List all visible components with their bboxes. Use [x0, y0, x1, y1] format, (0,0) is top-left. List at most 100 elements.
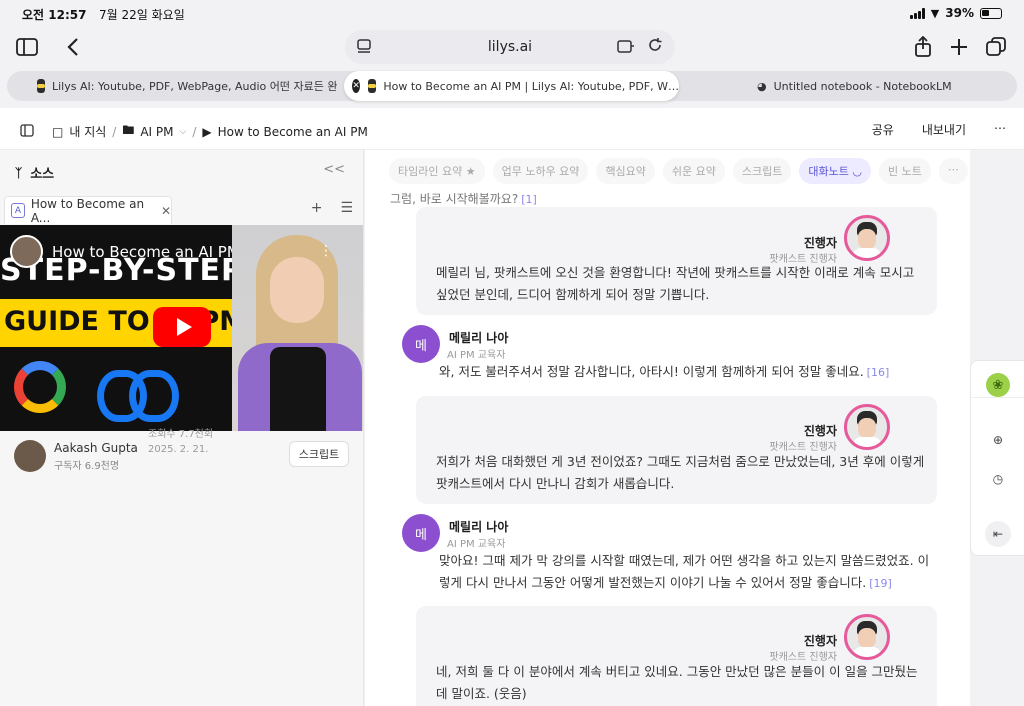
source-doc-tab[interactable]: A How to Become an A... ✕ — [4, 196, 172, 225]
status-bar: 오전 12:57 7월 22일 화요일 ▼ 39% — [0, 0, 1024, 26]
google-logo — [14, 361, 66, 413]
signal-icon — [909, 7, 925, 19]
more-tabs-icon[interactable]: ⋯ — [938, 158, 968, 184]
app-header: □ 내 지식 / 🖿 AI PM ⌵ / ▶ How to Become an … — [0, 108, 1024, 150]
message-text: 저희가 처음 대화했던 게 3년 전이었죠? 그때도 지금처럼 줌으로 만났었는… — [436, 454, 925, 491]
host-message: 진행자 팟캐스트 진행자 저희가 처음 대화했던 게 3년 전이었죠? 그때도 … — [416, 396, 937, 504]
reader-icon[interactable] — [357, 39, 371, 59]
pin-icon: ★ — [465, 165, 476, 178]
source-title: 소스 — [30, 167, 55, 182]
book-icon: □ — [52, 124, 64, 139]
sidebar-toggle-icon[interactable] — [12, 32, 42, 62]
lilys-favicon-icon — [37, 79, 45, 93]
browser-toolbar: lilys.ai — [0, 26, 1024, 68]
subscriber-count: 구독자 6.9천명 — [54, 460, 120, 472]
tab-easy-summary[interactable]: 쉬운 요약 — [662, 158, 725, 184]
close-tab-icon[interactable]: ✕ — [352, 79, 361, 93]
host-avatar — [844, 614, 890, 660]
message-text: 맞아요! 그때 제가 막 강의를 시작할 때였는데, 제가 어떤 생각을 하고 … — [439, 553, 930, 590]
url-text[interactable]: lilys.ai — [488, 39, 532, 55]
extension-icon[interactable] — [617, 38, 635, 58]
video-thumbnail[interactable]: STEP-BY-STEP GUIDE TO AI PM How to Becom… — [0, 225, 363, 431]
guest-avatar: 메 — [402, 325, 440, 363]
tab-script[interactable]: 스크립트 — [732, 158, 792, 184]
channel-name: Aakash Gupta — [54, 440, 138, 455]
message-text: 메릴리 님, 팟캐스트에 오신 것을 환영합니다! 작년에 팟캐스트를 시작한 … — [436, 265, 915, 302]
message-text: 네, 저희 둘 다 이 분야에서 계속 버티고 있네요. 그동안 만났던 많은 … — [436, 664, 918, 701]
branch-icon: ᛉ — [15, 165, 23, 180]
summary-tabs: 타임라인 요약 ★ 업무 노하우 요약 핵심요약 쉬운 요약 스크립트 대화노트… — [389, 158, 969, 184]
tab-blank-note[interactable]: 빈 노트 — [878, 158, 931, 184]
channel-avatar — [14, 440, 46, 472]
tab-strip: Lilys AI: Youtube, PDF, WebPage, Audio 어… — [7, 71, 1017, 101]
wifi-icon: ▼ — [930, 6, 940, 20]
message-text: 와, 저도 불러주셔서 정말 감사합니다, 아타시! 이렇게 함께하게 되어 정… — [439, 364, 890, 379]
host-name: 진행자 — [803, 236, 837, 250]
script-button[interactable]: 스크립트 — [289, 441, 349, 467]
collapse-panel-icon[interactable]: << — [323, 162, 345, 177]
tab-timeline-summary[interactable]: 타임라인 요약 ★ — [389, 158, 485, 184]
tab-key-summary[interactable]: 핵심요약 — [596, 158, 655, 184]
view-count: 조회수 7.7천회 — [148, 429, 214, 440]
host-avatar — [844, 404, 890, 450]
share-button[interactable]: 공유 — [872, 121, 894, 138]
breadcrumb-folder[interactable]: AI PM — [140, 125, 173, 139]
tab-notebooklm[interactable]: ◕ Untitled notebook - NotebookLM — [757, 71, 1007, 101]
guest-role: AI PM 교육자 — [447, 350, 506, 361]
host-name: 진행자 — [803, 424, 837, 438]
loading-icon: ◡ — [852, 165, 862, 178]
tab-lilys-home[interactable]: Lilys AI: Youtube, PDF, WebPage, Audio 어… — [37, 71, 337, 101]
source-type-icon: A — [11, 203, 25, 218]
guest-message: 메 메릴리 나아 AI PM 교육자 맞아요! 그때 제가 막 강의를 시작할 … — [402, 514, 929, 604]
more-vertical-icon[interactable]: ⋮ — [319, 243, 333, 259]
chevron-down-icon[interactable]: ⌵ — [180, 127, 187, 137]
play-icon[interactable] — [153, 307, 211, 347]
export-button[interactable]: 내보내기 — [922, 121, 966, 138]
presenter-photo — [232, 225, 363, 431]
folder-icon: 🖿 — [122, 123, 135, 137]
breadcrumb-current[interactable]: How to Become an AI PM — [218, 125, 368, 139]
mascot-icon[interactable]: ❀ — [986, 373, 1010, 397]
add-icon[interactable]: + — [311, 200, 323, 216]
close-icon[interactable]: ✕ — [161, 204, 171, 218]
history-icon[interactable]: ◷ — [986, 467, 1010, 491]
notebooklm-favicon-icon: ◕ — [757, 79, 767, 93]
battery-icon — [980, 7, 1002, 19]
host-name: 진행자 — [803, 634, 837, 648]
doc-tab-label: How to Become an A... — [30, 196, 145, 225]
breadcrumb: □ 내 지식 / 🖿 AI PM ⌵ / ▶ How to Become an … — [52, 121, 368, 142]
video-stats: 조회수 7.7천회 2025. 2. 21. — [148, 427, 213, 457]
more-icon[interactable]: ⋯ — [994, 121, 1006, 138]
host-avatar — [844, 215, 890, 261]
upload-date: 2025. 2. 21. — [148, 444, 209, 455]
host-message: 진행자 팟캐스트 진행자 네, 저희 둘 다 이 분야에서 계속 버티고 있네요… — [416, 606, 937, 706]
guest-name: 메릴리 나아 — [449, 331, 509, 345]
guest-avatar: 메 — [402, 514, 440, 552]
guest-name: 메릴리 나아 — [449, 520, 509, 534]
expand-panel-icon[interactable]: ⇤ — [985, 521, 1011, 547]
battery-percent: 39% — [945, 6, 974, 20]
status-time: 오전 12:57 7월 22일 화요일 — [22, 8, 185, 22]
channel-avatar — [10, 235, 43, 268]
video-icon: ▶ — [202, 124, 212, 139]
reload-icon[interactable] — [647, 37, 663, 57]
address-bar[interactable]: lilys.ai — [345, 30, 675, 64]
source-panel: ᛉ 소스 << A How to Become an A... ✕ + ☰ ST… — [0, 150, 364, 706]
tabs-overview-icon[interactable] — [981, 32, 1011, 62]
share-icon[interactable] — [908, 32, 938, 62]
guest-role: AI PM 교육자 — [447, 539, 506, 550]
tab-ai-pm[interactable]: ✕ How to Become an AI PM | Lilys AI: You… — [344, 71, 679, 101]
list-icon[interactable]: ☰ — [340, 200, 353, 216]
conversation-panel: 타임라인 요약 ★ 업무 노하우 요약 핵심요약 쉬운 요약 스크립트 대화노트… — [365, 150, 970, 706]
banner-guide: GUIDE TO AI PM — [0, 299, 265, 347]
new-tab-icon[interactable] — [944, 32, 974, 62]
meta-logo — [97, 370, 179, 422]
video-title: How to Become an AI PM — [52, 243, 240, 261]
back-icon[interactable] — [58, 32, 88, 62]
panel-toggle-icon[interactable] — [20, 122, 34, 141]
tab-know-how-summary[interactable]: 업무 노하우 요약 — [492, 158, 589, 184]
channel-info: Aakash Gupta 구독자 6.9천명 — [14, 440, 138, 472]
breadcrumb-knowledge[interactable]: 내 지식 — [69, 123, 106, 140]
add-circle-icon[interactable]: ⊕ — [986, 428, 1010, 452]
tab-conversation-note[interactable]: 대화노트 ◡ — [799, 158, 871, 184]
